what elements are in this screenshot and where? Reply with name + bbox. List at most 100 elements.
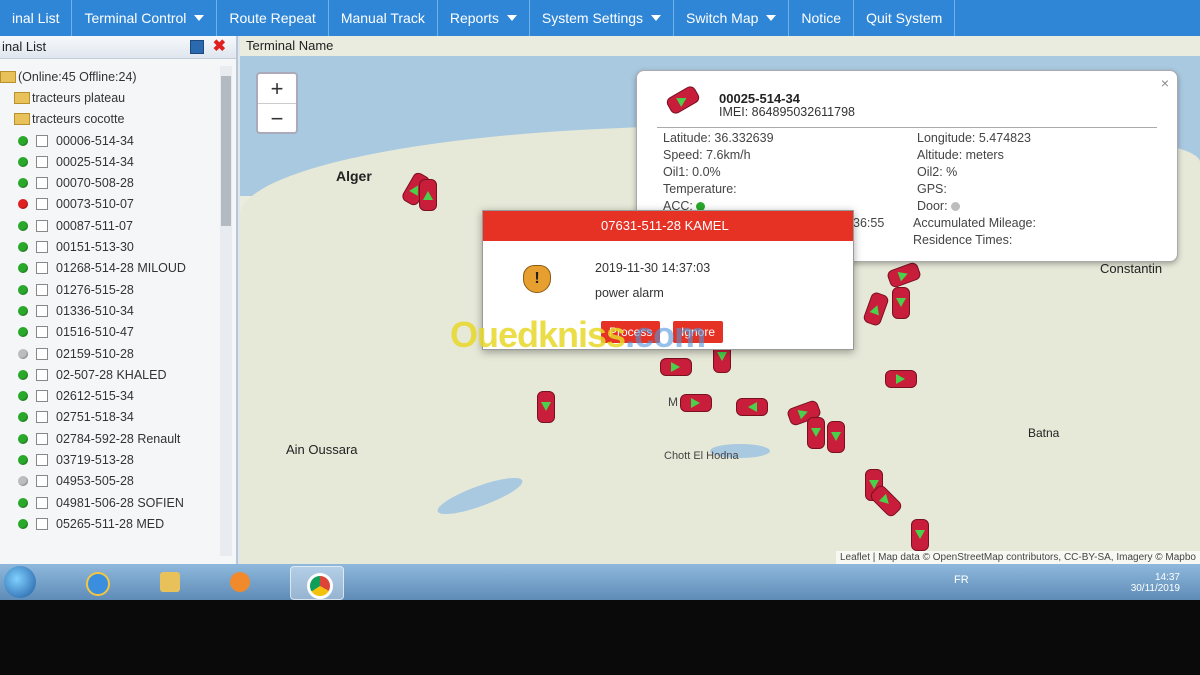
folder-icon [0,70,16,83]
start-button[interactable] [4,566,36,598]
status-dot-icon [18,284,28,295]
vehicle-marker[interactable] [827,421,845,453]
vehicle-marker[interactable] [911,519,929,551]
place-label: M [668,395,678,409]
nav-route-repeat[interactable]: Route Repeat [217,0,329,36]
vehicle-marker[interactable] [537,391,555,423]
terminal-checkbox[interactable] [36,432,48,445]
terminal-row[interactable]: 02159-510-28 [0,343,218,364]
nav-label: Quit System [866,10,943,26]
folder-icon [160,572,180,592]
terminal-checkbox[interactable] [36,390,48,403]
zoom-in-button[interactable]: + [258,74,296,103]
taskbar-explorer[interactable] [144,566,196,598]
terminal-checkbox[interactable] [36,347,48,360]
terminal-checkbox[interactable] [36,475,48,488]
language-indicator[interactable]: FR [954,574,969,586]
info-temperature: Temperature: [663,182,737,196]
vehicle-marker[interactable] [660,358,692,376]
terminal-checkbox[interactable] [36,411,48,424]
door-label: Door: [917,199,948,213]
nav-label: inal List [12,10,60,26]
media-player-icon [230,572,250,592]
nav-notice[interactable]: Notice [789,0,855,36]
nav-reports[interactable]: Reports [438,0,530,36]
terminal-row[interactable]: 04953-505-28 [0,471,218,492]
panel-title: inal List [2,39,47,54]
terminal-checkbox[interactable] [36,134,48,147]
terminal-checkbox[interactable] [36,453,48,466]
terminal-checkbox[interactable] [36,496,48,509]
terminal-checkbox[interactable] [36,368,48,381]
terminal-row[interactable]: 03719-513-28 [0,449,218,470]
vehicle-marker[interactable] [892,287,910,319]
save-icon[interactable] [190,40,204,54]
terminal-checkbox[interactable] [36,283,48,296]
terminal-label: 01336-510-34 [56,303,134,318]
scrollbar-thumb[interactable] [221,76,231,226]
terminal-row[interactable]: 02784-592-28 Renault [0,428,218,449]
terminal-row[interactable]: 00025-514-34 [0,151,218,172]
taskbar-media[interactable] [214,566,266,598]
zoom-out-button[interactable]: − [258,103,296,133]
terminal-checkbox[interactable] [36,262,48,275]
nav-label: System Settings [541,10,644,26]
taskbar-chrome[interactable] [290,566,344,600]
terminal-row[interactable]: 04981-506-28 SOFIEN [0,492,218,513]
terminal-row[interactable]: 05265-511-28 MED [0,513,218,534]
terminal-row[interactable]: 02-507-28 KHALED [0,364,218,385]
terminal-checkbox[interactable] [36,155,48,168]
tree-group[interactable]: tracteurs cocotte [0,109,218,130]
nav-system-settings[interactable]: System Settings [530,0,675,36]
close-icon[interactable]: ✖ [213,36,226,58]
terminal-checkbox[interactable] [36,326,48,339]
vehicle-marker[interactable] [736,398,768,416]
terminal-checkbox[interactable] [36,304,48,317]
warning-shield-icon: ! [523,265,551,293]
terminal-checkbox[interactable] [36,517,48,530]
terminal-row[interactable]: 00087-511-07 [0,215,218,236]
terminal-row[interactable]: 01336-510-34 [0,300,218,321]
tree-scrollbar[interactable] [220,66,232,556]
tree-group[interactable]: tracteurs plateau [0,87,218,108]
terminal-row[interactable]: 01268-514-28 MILOUD [0,258,218,279]
terminal-row[interactable]: 02612-515-34 [0,385,218,406]
terminal-tree: (Online:45 Offline:24) tracteurs plateau… [0,66,218,556]
taskbar: FR 14:37 30/11/2019 [0,564,1200,600]
status-dot-icon [18,433,28,444]
terminal-row[interactable]: 00073-510-07 [0,194,218,215]
nav-quit-system[interactable]: Quit System [854,0,956,36]
tree-summary[interactable]: (Online:45 Offline:24) [0,66,218,87]
terminal-row[interactable]: 00151-513-30 [0,236,218,257]
system-clock[interactable]: 14:37 30/11/2019 [1131,572,1180,594]
terminal-row[interactable]: 00070-508-28 [0,172,218,193]
terminal-row[interactable]: 00006-514-34 [0,130,218,151]
terminal-row[interactable]: 01516-510-47 [0,322,218,343]
vehicle-marker[interactable] [807,417,825,449]
nav-manual-track[interactable]: Manual Track [329,0,438,36]
zoom-control: + − [256,72,298,134]
terminal-label: 02784-592-28 Renault [56,431,181,446]
status-dot-icon [18,156,28,167]
terminal-checkbox[interactable] [36,241,48,254]
terminal-checkbox[interactable] [36,219,48,232]
terminal-checkbox[interactable] [36,177,48,190]
terminal-row[interactable]: 01276-515-28 [0,279,218,300]
taskbar-ie[interactable] [70,566,122,598]
status-dot-icon [18,178,28,189]
terminal-checkbox[interactable] [36,198,48,211]
nav-terminal-control[interactable]: Terminal Control [72,0,218,36]
info-time-fragment: 36:55 [853,216,885,230]
nav-switch-map[interactable]: Switch Map [674,0,790,36]
terminal-row[interactable]: 02751-518-34 [0,407,218,428]
terminal-label: 02751-518-34 [56,410,134,425]
vehicle-marker[interactable] [419,179,437,211]
nav-label: Reports [449,10,499,26]
info-oil1: Oil1: 0.0% [663,165,721,179]
nav-terminal-list[interactable]: inal List [0,0,73,36]
close-icon[interactable]: × [1161,75,1169,91]
vehicle-marker[interactable] [885,370,917,388]
vehicle-marker[interactable] [680,394,712,412]
info-gps: GPS: [917,182,947,196]
terminal-label: 01516-510-47 [56,325,134,340]
